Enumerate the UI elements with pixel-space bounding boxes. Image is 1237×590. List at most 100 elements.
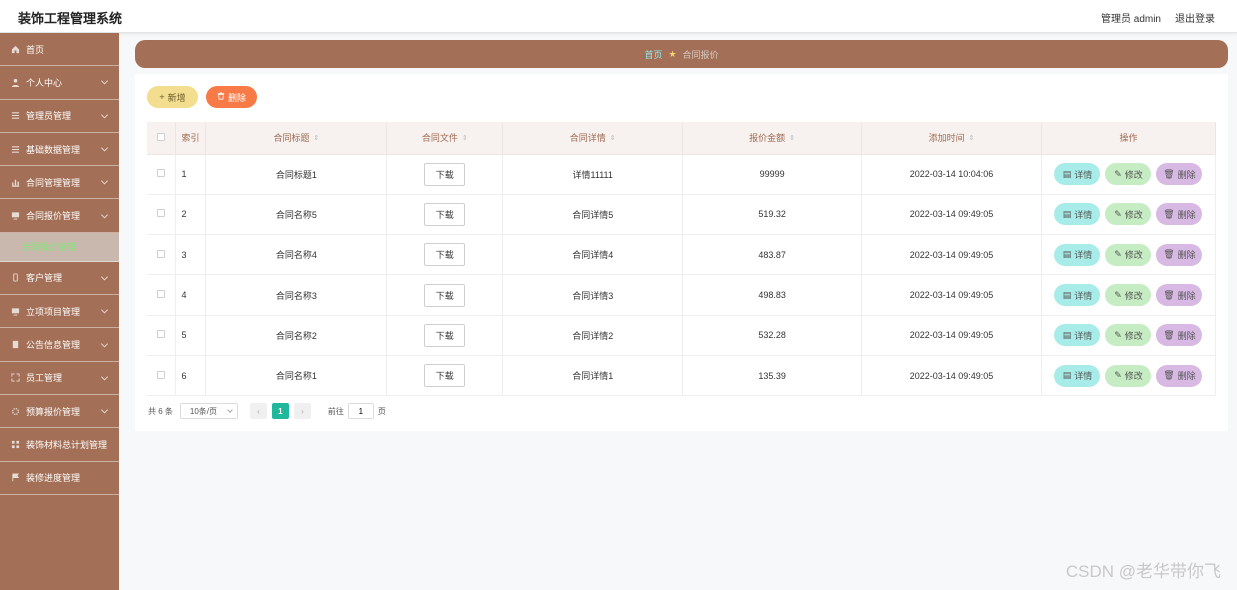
cell-detail: 详情11111 <box>502 154 684 195</box>
logout-link[interactable]: 退出登录 <box>1175 10 1215 25</box>
sidebar-item-label: 合同管理管理 <box>26 177 81 188</box>
table-row: 3 合同名称4 下载 合同详情4 483.87 2022-03-14 09:49:05 ▤ 详… <box>147 234 1217 276</box>
delete-button[interactable]: 🗑 删除 <box>1156 203 1203 226</box>
cell-file: 下载 <box>386 355 504 397</box>
chevron-down-icon <box>100 111 109 119</box>
delete-label: 删除 <box>1177 371 1196 382</box>
edit-button[interactable]: ✎ 修改 <box>1105 243 1152 266</box>
detail-button[interactable]: ▤ 详情 <box>1054 203 1101 226</box>
edit-button[interactable]: ✎ 修改 <box>1105 364 1152 387</box>
content-card: + 新增 删除 索引 合同标题 ⇕ 合同文件 ⇕ 合同详情 ⇕ 报价金额 ⇕ 添加时间 ⇕… <box>135 74 1228 431</box>
chevron-down-icon <box>100 77 109 85</box>
delete-button[interactable]: 🗑 删除 <box>1156 324 1203 347</box>
header-detail[interactable]: 合同详情 ⇕ <box>502 122 684 155</box>
detail-button[interactable]: ▤ 详情 <box>1054 364 1101 387</box>
add-button[interactable]: + 新增 <box>147 86 198 108</box>
detail-button[interactable]: ▤ 详情 <box>1054 324 1101 347</box>
sidebar-item[interactable]: 预算报价管理 <box>0 395 119 429</box>
sidebar-item[interactable]: 装饰材料总计划管理 <box>0 428 119 462</box>
download-button[interactable]: 下载 <box>424 283 466 307</box>
sidebar-item-label: 客户管理 <box>26 273 63 284</box>
header-title[interactable]: 合同标题 ⇕ <box>205 122 388 155</box>
delete-button[interactable]: 🗑 删除 <box>1156 284 1203 307</box>
next-page-button[interactable]: › <box>293 403 311 419</box>
delete-button[interactable]: 🗑 删除 <box>1156 243 1203 266</box>
header-time[interactable]: 添加时间 ⇕ <box>861 122 1042 155</box>
delete-button[interactable]: 🗑 删除 <box>1156 364 1203 387</box>
delete-label: 删除 <box>1177 290 1196 301</box>
prev-page-button[interactable]: ‹ <box>249 403 267 419</box>
header-file[interactable]: 合同文件 ⇕ <box>386 122 504 155</box>
sidebar-item[interactable]: 首页 <box>0 33 119 67</box>
page-size-select[interactable]: 10条/页 <box>179 403 238 419</box>
sidebar-item[interactable]: 基础数据管理 <box>0 133 119 167</box>
sidebar-item[interactable]: 装修进度管理 <box>0 462 119 495</box>
document-icon: ▤ <box>1062 168 1072 179</box>
select-all-checkbox[interactable] <box>157 132 166 141</box>
header-ops: 操作 <box>1041 122 1217 155</box>
chevron-down-icon <box>100 339 109 348</box>
sidebar: 首页 个人中心管理员管理基础数据管理 合同管理管理合同报价管理 合同报价管理客户管理立… <box>0 33 119 590</box>
gear-icon <box>11 407 20 416</box>
edit-button[interactable]: ✎ 修改 <box>1105 203 1152 226</box>
cell-ops: ▤ 详情 ✎ 修改 🗑 删除 <box>1041 274 1217 316</box>
sort-icon[interactable]: ⇕ <box>969 135 975 142</box>
row-select-cell <box>147 234 177 276</box>
download-button[interactable]: 下载 <box>424 162 466 186</box>
row-checkbox[interactable] <box>157 330 166 339</box>
detail-button[interactable]: ▤ 详情 <box>1054 243 1101 266</box>
edit-label: 修改 <box>1124 330 1143 341</box>
edit-button[interactable]: ✎ 修改 <box>1105 324 1152 347</box>
edit-button[interactable]: ✎ 修改 <box>1105 284 1152 307</box>
row-checkbox[interactable] <box>157 290 166 299</box>
breadcrumb-home[interactable]: 首页 <box>644 48 662 61</box>
row-checkbox[interactable] <box>157 370 166 379</box>
edit-button[interactable]: ✎ 修改 <box>1105 163 1152 186</box>
list-icon <box>11 145 20 154</box>
download-button[interactable]: 下载 <box>424 243 466 267</box>
detail-button[interactable]: ▤ 详情 <box>1054 284 1101 307</box>
sidebar-item[interactable]: 立项项目管理 <box>0 295 119 329</box>
header-amount-label: 报价金额 <box>749 133 786 144</box>
download-button[interactable]: 下载 <box>424 202 466 226</box>
add-button-label: 新增 <box>167 92 186 103</box>
row-checkbox[interactable] <box>157 209 166 218</box>
sort-icon[interactable]: ⇕ <box>789 135 795 142</box>
cell-index: 4 <box>175 274 207 316</box>
batch-delete-button[interactable]: 删除 <box>206 86 257 108</box>
download-button[interactable]: 下载 <box>424 364 466 388</box>
sidebar-item-label: 基础数据管理 <box>26 144 81 155</box>
sidebar-item-label: 管理员管理 <box>26 111 72 122</box>
row-checkbox[interactable] <box>157 249 166 258</box>
cell-title: 合同名称2 <box>205 315 388 356</box>
header-amount[interactable]: 报价金额 ⇕ <box>682 122 863 155</box>
mobile-icon <box>11 273 20 282</box>
flag-icon <box>11 473 20 482</box>
row-checkbox[interactable] <box>157 169 166 178</box>
download-button[interactable]: 下载 <box>424 323 466 347</box>
page-number-current[interactable]: 1 <box>271 403 289 419</box>
sidebar-item[interactable]: 合同管理管理 <box>0 166 119 200</box>
delete-button[interactable]: 🗑 删除 <box>1156 163 1203 186</box>
chevron-down-icon <box>100 144 109 152</box>
header-actions: 管理员 admin 退出登录 <box>1101 10 1215 25</box>
sidebar-item[interactable]: 合同报价管理 <box>0 199 119 233</box>
sidebar-item[interactable]: 管理员管理 <box>0 100 119 133</box>
cell-index: 6 <box>175 355 207 397</box>
sidebar-item[interactable]: 客户管理 <box>0 262 119 296</box>
cell-amount: 99999 <box>682 154 863 195</box>
goto-page-input[interactable] <box>347 403 374 419</box>
cell-amount: 135.39 <box>682 355 863 397</box>
batch-delete-label: 删除 <box>227 92 246 103</box>
cell-detail: 合同详情5 <box>502 194 684 236</box>
star-icon: ★ <box>668 48 677 59</box>
sort-icon[interactable]: ⇕ <box>462 135 468 142</box>
detail-button[interactable]: ▤ 详情 <box>1054 163 1101 186</box>
sort-icon[interactable]: ⇕ <box>610 135 616 142</box>
sidebar-item[interactable]: 公告信息管理 <box>0 328 119 362</box>
sort-icon[interactable]: ⇕ <box>313 135 319 142</box>
sidebar-item[interactable]: 个人中心 <box>0 66 119 100</box>
table-row: 6 合同名称1 下载 合同详情1 135.39 2022-03-14 09:49:05 ▤ 详… <box>147 355 1217 397</box>
submenu-item-active[interactable]: 合同报价管理 <box>0 232 119 262</box>
sidebar-item[interactable]: 员工管理 <box>0 362 119 395</box>
